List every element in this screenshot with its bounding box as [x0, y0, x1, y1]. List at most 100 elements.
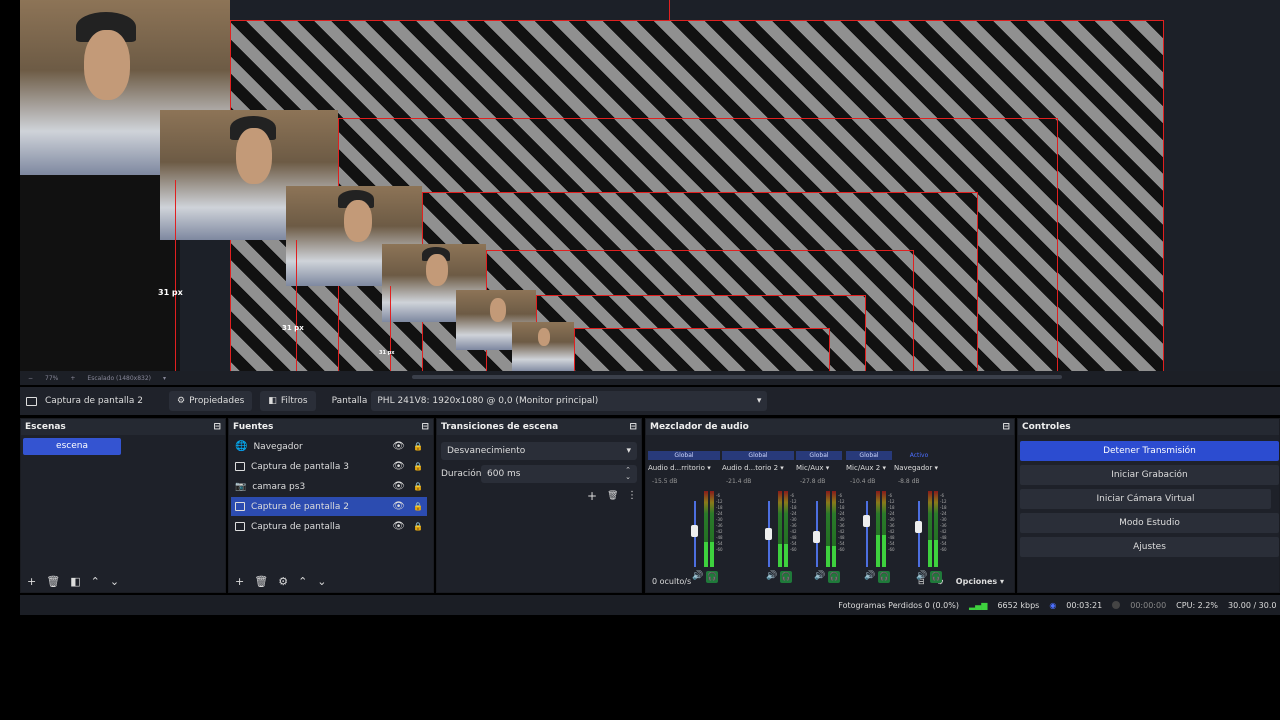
- source-item-captura[interactable]: Captura de pantalla 👁 🔒: [231, 517, 427, 536]
- eye-icon[interactable]: 👁: [392, 461, 405, 472]
- gear-icon[interactable]: ⚙: [278, 575, 288, 588]
- headphones-icon[interactable]: 🎧: [706, 571, 718, 583]
- channel-name-text: Mic/Aux 2: [846, 464, 881, 472]
- monitor-icon: [235, 502, 245, 511]
- preview-toolbar: − 77% + Escalado (1480x832) ▾: [20, 371, 1280, 385]
- record-icon: [1112, 601, 1121, 609]
- headphones-icon[interactable]: 🎧: [878, 571, 890, 583]
- source-label: Navegador: [253, 441, 303, 452]
- chevron-down-icon: ▾: [707, 464, 711, 472]
- arrow-up-icon[interactable]: ⌃: [298, 575, 307, 588]
- headphones-icon[interactable]: 🎧: [828, 571, 840, 583]
- lock-icon[interactable]: 🔒: [413, 442, 423, 451]
- chevron-down-icon: ▾: [756, 396, 762, 406]
- monitor-icon: [235, 462, 245, 471]
- mixer-options-button[interactable]: Opciones ▾: [956, 577, 1004, 586]
- chevron-down-icon: ▾: [882, 464, 886, 472]
- add-icon[interactable]: +: [27, 575, 36, 588]
- volume-slider-handle[interactable]: [863, 514, 870, 527]
- speaker-icon[interactable]: 🔊: [916, 571, 927, 581]
- mixer-title: Mezclador de audio: [650, 422, 749, 432]
- display-select[interactable]: PHL 241V8: 1920x1080 @ 0,0 (Monitor prin…: [371, 391, 768, 411]
- dock-undock-icon[interactable]: ⊟: [421, 422, 429, 432]
- horizontal-scrollbar[interactable]: [412, 375, 1062, 379]
- scene-item[interactable]: escena: [23, 438, 121, 455]
- headphones-icon[interactable]: 🎧: [930, 571, 942, 583]
- channel-name[interactable]: Navegador ▾: [894, 464, 938, 472]
- filters-label: Filtros: [280, 396, 308, 406]
- start-virtual-camera-button[interactable]: Iniciar Cámara Virtual: [1020, 489, 1271, 509]
- eye-icon[interactable]: 👁: [392, 501, 405, 512]
- preview-canvas[interactable]: 31 px 31 px 31 px: [20, 0, 1280, 371]
- settings-button[interactable]: Ajustes: [1020, 537, 1279, 557]
- lock-icon[interactable]: 🔒: [413, 502, 423, 511]
- speaker-icon[interactable]: 🔊: [692, 571, 703, 581]
- fps: 30.00 / 30.00 FPS: [1228, 600, 1276, 610]
- zoom-in-icon[interactable]: +: [70, 375, 75, 382]
- channel-name[interactable]: Mic/Aux ▾: [796, 464, 829, 472]
- source-item-captura-2[interactable]: Captura de pantalla 2 👁 🔒: [231, 497, 427, 516]
- eye-icon[interactable]: 👁: [392, 441, 405, 452]
- eye-icon[interactable]: 👁: [392, 521, 405, 532]
- mixer-channel: Global Audio d...rritorio ▾ -15.5 dB -6 -12-…: [648, 451, 723, 591]
- transition-select[interactable]: Desvanecimiento ▾: [441, 442, 637, 460]
- add-icon[interactable]: +: [587, 489, 597, 503]
- volume-slider-handle[interactable]: [813, 531, 820, 544]
- dock-undock-icon[interactable]: ⊟: [629, 422, 637, 432]
- selected-source-name: Captura de pantalla 2: [45, 396, 144, 406]
- scenes-toolbar: + 🗑 ◧ ⌃ ⌄: [21, 570, 225, 592]
- stop-stream-button[interactable]: Detener Transmisión: [1020, 441, 1279, 461]
- spinner-icon: ⌃ ⌄: [625, 466, 631, 481]
- arrow-down-icon[interactable]: ⌄: [110, 575, 119, 588]
- properties-button[interactable]: ⚙ Propiedades: [169, 391, 253, 411]
- dock-undock-icon[interactable]: ⊟: [213, 422, 221, 432]
- speaker-icon[interactable]: 🔊: [864, 571, 875, 581]
- channel-name[interactable]: Audio d...torio 2 ▾: [722, 464, 784, 472]
- source-item-captura-3[interactable]: Captura de pantalla 3 👁 🔒: [231, 457, 427, 476]
- source-item-camara[interactable]: 📷 camara ps3 👁 🔒: [231, 477, 427, 496]
- studio-mode-button[interactable]: Modo Estudio: [1020, 513, 1279, 533]
- px-label: 31 px: [282, 324, 304, 332]
- level-meter-fill: [710, 541, 714, 567]
- source-label: Captura de pantalla 2: [251, 501, 350, 512]
- more-options-icon[interactable]: ⋮: [627, 490, 637, 501]
- start-recording-button[interactable]: Iniciar Grabación: [1020, 465, 1279, 485]
- mixer-channel: Global Audio d...torio 2 ▾ -21.4 dB -6 -12 -1…: [722, 451, 797, 591]
- speaker-icon[interactable]: 🔊: [814, 571, 825, 581]
- lock-icon[interactable]: 🔒: [413, 462, 423, 471]
- options-label: Opciones: [955, 576, 998, 586]
- speaker-icon[interactable]: 🔊: [766, 571, 777, 581]
- headphones-icon[interactable]: 🎧: [780, 571, 792, 583]
- globe-icon: 🌐: [235, 441, 248, 452]
- volume-slider-handle[interactable]: [915, 521, 922, 534]
- dock-undock-icon[interactable]: ⊟: [1002, 422, 1010, 432]
- channel-name[interactable]: Audio d...rritorio ▾: [648, 464, 711, 472]
- trash-icon[interactable]: 🗑: [254, 575, 268, 588]
- mixer-channel: Global Mic/Aux 2 ▾ -10.4 dB -6 -12 -18 -24 -30-…: [846, 451, 895, 591]
- properties-label: Propiedades: [189, 396, 245, 406]
- lock-icon[interactable]: 🔒: [413, 522, 423, 531]
- arrow-down-icon[interactable]: ⌄: [317, 575, 326, 588]
- volume-slider[interactable]: [866, 501, 868, 567]
- duration-input[interactable]: 600 ms ⌃ ⌄: [481, 465, 637, 483]
- eye-icon[interactable]: 👁: [392, 481, 405, 492]
- chevron-down-icon[interactable]: ▾: [163, 375, 166, 382]
- volume-slider-handle[interactable]: [765, 528, 772, 540]
- arrow-up-icon[interactable]: ⌃: [91, 575, 100, 588]
- add-icon[interactable]: +: [235, 575, 244, 588]
- sources-toolbar: + 🗑 ⚙ ⌃ ⌄: [229, 570, 433, 592]
- level-meter-fill: [928, 539, 932, 567]
- trash-icon[interactable]: 🗑: [607, 491, 618, 501]
- stream-time: 00:03:21: [1066, 600, 1103, 610]
- channel-name[interactable]: Mic/Aux 2 ▾: [846, 464, 886, 472]
- zoom-out-icon[interactable]: −: [28, 375, 33, 382]
- filter-icon[interactable]: ◧: [70, 575, 80, 588]
- filters-button[interactable]: ◧ Filtros: [260, 391, 316, 411]
- scale-label: Escalado (1480x832): [87, 374, 151, 382]
- capture-frame-6: [574, 328, 830, 371]
- source-item-navegador[interactable]: 🌐 Navegador 👁 🔒: [231, 437, 427, 456]
- volume-slider[interactable]: [918, 501, 920, 567]
- volume-slider-handle[interactable]: [691, 524, 698, 537]
- trash-icon[interactable]: 🗑: [46, 575, 60, 588]
- lock-icon[interactable]: 🔒: [413, 482, 423, 491]
